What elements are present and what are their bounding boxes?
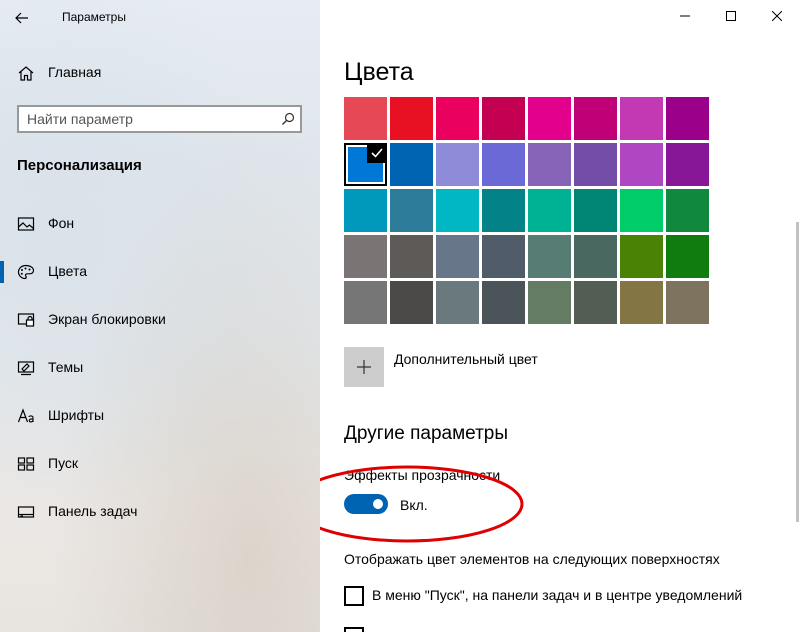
custom-color-label: Дополнительный цвет bbox=[394, 351, 538, 367]
color-swatch[interactable] bbox=[482, 189, 525, 232]
scrollbar-thumb[interactable] bbox=[796, 222, 799, 522]
sidebar-item-colors[interactable]: Цвета bbox=[0, 252, 320, 292]
sidebar-item-label: Экран блокировки bbox=[48, 311, 166, 327]
color-swatch[interactable] bbox=[390, 97, 433, 140]
picture-icon bbox=[17, 217, 35, 231]
color-swatch[interactable] bbox=[620, 235, 663, 278]
color-swatch[interactable] bbox=[528, 97, 571, 140]
app-title: Параметры bbox=[62, 10, 126, 24]
home-icon bbox=[18, 66, 34, 81]
back-button[interactable] bbox=[10, 6, 34, 30]
color-swatch[interactable] bbox=[344, 189, 387, 232]
color-swatch[interactable] bbox=[482, 143, 525, 186]
color-swatch[interactable] bbox=[344, 97, 387, 140]
checkbox-title-bars[interactable] bbox=[344, 627, 784, 632]
color-swatch[interactable] bbox=[482, 97, 525, 140]
sidebar-item-label: Фон bbox=[48, 215, 75, 231]
color-swatch[interactable] bbox=[482, 235, 525, 278]
color-swatch[interactable] bbox=[666, 189, 709, 232]
color-swatch[interactable] bbox=[620, 143, 663, 186]
transparency-state: Вкл. bbox=[400, 497, 428, 513]
back-arrow-icon bbox=[15, 12, 28, 24]
sidebar-item-fonts[interactable]: Шрифты bbox=[0, 396, 320, 436]
custom-color-button[interactable]: Дополнительный цвет bbox=[344, 347, 604, 387]
themes-icon bbox=[17, 361, 35, 376]
color-swatch[interactable] bbox=[390, 143, 433, 186]
transparency-toggle[interactable] bbox=[344, 494, 388, 514]
sidebar-item-label: Шрифты bbox=[48, 407, 105, 423]
palette-icon bbox=[17, 264, 35, 280]
sidebar-item-background[interactable]: Фон bbox=[0, 204, 320, 244]
other-options-heading: Другие параметры bbox=[344, 423, 509, 444]
sidebar-item-label: Панель задач bbox=[48, 503, 138, 519]
color-swatch[interactable] bbox=[436, 143, 479, 186]
color-swatch[interactable] bbox=[436, 235, 479, 278]
search-box bbox=[17, 105, 302, 133]
checkmark-icon bbox=[367, 143, 387, 163]
fonts-icon bbox=[17, 408, 34, 423]
color-swatch[interactable] bbox=[344, 281, 387, 324]
sidebar-item-label: Темы bbox=[48, 359, 84, 375]
close-button[interactable] bbox=[754, 0, 800, 32]
color-swatch[interactable] bbox=[436, 97, 479, 140]
toggle-knob bbox=[373, 499, 383, 509]
checkbox-box[interactable] bbox=[344, 627, 364, 632]
color-swatch[interactable] bbox=[390, 235, 433, 278]
surfaces-label: Отображать цвет элементов на следующих п… bbox=[344, 551, 720, 567]
sidebar: Параметры Главная Персонализация Фон bbox=[0, 0, 320, 632]
checkbox-box[interactable] bbox=[344, 586, 364, 606]
transparency-label: Эффекты прозрачности bbox=[344, 467, 501, 483]
color-swatch[interactable] bbox=[344, 235, 387, 278]
sidebar-item-label: Пуск bbox=[48, 455, 79, 471]
color-swatch[interactable] bbox=[574, 235, 617, 278]
color-swatch[interactable] bbox=[666, 281, 709, 324]
lock-screen-icon bbox=[17, 313, 35, 327]
page-title: Цвета bbox=[344, 58, 414, 86]
color-swatch[interactable] bbox=[436, 189, 479, 232]
color-swatch[interactable] bbox=[666, 235, 709, 278]
color-swatch[interactable] bbox=[390, 281, 433, 324]
color-swatch[interactable] bbox=[574, 97, 617, 140]
minimize-icon bbox=[680, 15, 690, 17]
color-swatch[interactable] bbox=[620, 281, 663, 324]
color-swatch[interactable] bbox=[528, 235, 571, 278]
nav-home-label: Главная bbox=[48, 64, 102, 80]
taskbar-icon bbox=[17, 506, 35, 518]
sidebar-item-label: Цвета bbox=[48, 263, 87, 279]
color-swatch[interactable] bbox=[666, 143, 709, 186]
checkbox-start-label: В меню "Пуск", на панели задач и в центр… bbox=[372, 587, 743, 603]
color-swatch[interactable] bbox=[482, 281, 525, 324]
color-swatch[interactable] bbox=[620, 189, 663, 232]
color-swatch[interactable] bbox=[528, 143, 571, 186]
search-icon[interactable] bbox=[281, 112, 295, 126]
color-swatch[interactable] bbox=[528, 189, 571, 232]
color-swatch[interactable] bbox=[436, 281, 479, 324]
main-content: Цвета Дополнительный цвет Другие парамет… bbox=[320, 0, 800, 632]
sidebar-item-taskbar[interactable]: Панель задач bbox=[0, 492, 320, 532]
color-swatch[interactable] bbox=[574, 281, 617, 324]
close-icon bbox=[772, 11, 782, 21]
selection-marker bbox=[0, 261, 4, 283]
maximize-icon bbox=[726, 11, 736, 21]
sidebar-item-lock-screen[interactable]: Экран блокировки bbox=[0, 300, 320, 340]
nav-home[interactable]: Главная bbox=[0, 53, 320, 93]
checkbox-start-taskbar[interactable]: В меню "Пуск", на панели задач и в центр… bbox=[344, 586, 784, 608]
maximize-button[interactable] bbox=[708, 0, 754, 32]
color-swatch[interactable] bbox=[344, 143, 387, 186]
scrollbar[interactable] bbox=[796, 32, 799, 632]
color-swatch[interactable] bbox=[620, 97, 663, 140]
start-icon bbox=[17, 457, 35, 471]
plus-icon bbox=[344, 347, 384, 387]
sidebar-item-start[interactable]: Пуск bbox=[0, 444, 320, 484]
section-title: Персонализация bbox=[17, 157, 142, 174]
color-swatch[interactable] bbox=[666, 97, 709, 140]
titlebar-left: Параметры bbox=[0, 0, 320, 36]
search-input[interactable] bbox=[27, 110, 267, 128]
color-swatch[interactable] bbox=[528, 281, 571, 324]
sidebar-item-themes[interactable]: Темы bbox=[0, 348, 320, 388]
color-swatch[interactable] bbox=[574, 189, 617, 232]
color-swatch[interactable] bbox=[574, 143, 617, 186]
minimize-button[interactable] bbox=[662, 0, 708, 32]
color-swatch[interactable] bbox=[390, 189, 433, 232]
